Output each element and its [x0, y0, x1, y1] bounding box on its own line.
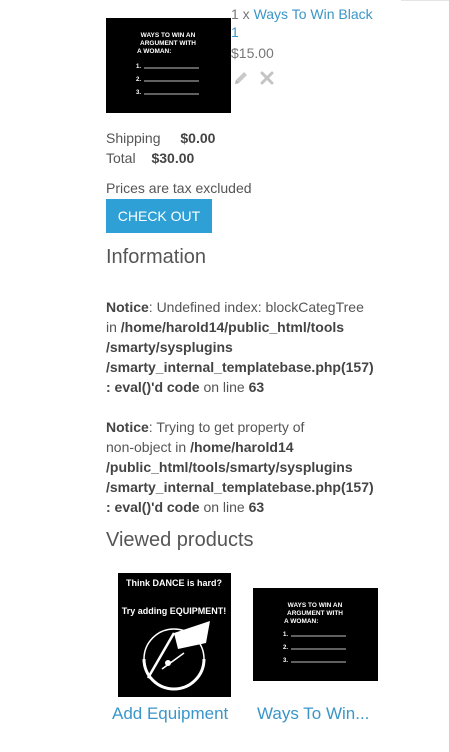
notice-1-in: in	[106, 319, 121, 335]
thumb-line3: A WOMAN:	[137, 48, 171, 55]
notice-2-online: on line	[199, 499, 249, 515]
top-divider	[401, 0, 449, 3]
viewed-1-text1: Think DANCE is hard?	[126, 578, 222, 588]
notice-2-message: : Trying to get property of	[148, 419, 305, 435]
notice-2: Notice: Trying to get property of non-ob…	[106, 417, 406, 517]
notice-1-path2: /smarty/sysplugins	[106, 339, 233, 355]
viewed-product-link-add-equipment[interactable]: Add Equipment	[112, 704, 228, 724]
viewed-2-text2: ARGUMENT WITH	[287, 610, 343, 617]
notice-2-eval: : eval()'d code	[106, 499, 200, 515]
thumb-n1: 1.	[136, 64, 141, 70]
cart-product-name-link-cont[interactable]: 1	[231, 24, 239, 40]
viewed-2-n2: 2.	[283, 645, 288, 651]
total-value: $30.00	[151, 150, 195, 166]
shipping-value: $0.00	[180, 130, 216, 146]
thumb-n3: 3.	[136, 90, 141, 96]
viewed-1-text2: Try adding EQUIPMENT!	[122, 606, 227, 616]
notice-1-path1: /home/harold14/public_html/tools	[120, 319, 345, 335]
viewed-2-n3: 3.	[283, 658, 288, 664]
cart-product-price: $15.00	[231, 45, 274, 61]
total-label: Total	[106, 150, 136, 166]
thumb-line1: WAYS TO WIN AN	[141, 32, 196, 39]
thumb-n2: 2.	[136, 77, 141, 83]
viewed-2-n1: 1.	[283, 632, 288, 638]
notice-2-line: 63	[248, 499, 265, 515]
notice-1: Notice: Undefined index: blockCategTree …	[106, 297, 406, 397]
information-heading: Information	[106, 246, 207, 268]
remove-close-icon[interactable]	[259, 70, 275, 91]
notice-1-label: Notice	[106, 299, 149, 315]
viewed-2-text3: A WOMAN:	[284, 618, 318, 625]
viewed-products-heading: Viewed products	[106, 529, 254, 551]
viewed-2-text1: WAYS TO WIN AN	[288, 602, 343, 609]
notice-2-path1: /home/harold14	[190, 439, 294, 455]
cart-product-line: 1 x Ways To Win Black 1	[231, 5, 391, 41]
ways-to-win-image: WAYS TO WIN AN ARGUMENT WITH A WOMAN: 1.…	[253, 588, 378, 681]
dance-equipment-image: Think DANCE is hard? Try adding EQUIPMEN…	[118, 573, 231, 697]
product-image: WAYS TO WIN AN ARGUMENT WITH A WOMAN: 1.…	[106, 18, 231, 113]
quantity-text: 1 x	[231, 6, 254, 22]
viewed-product-image-add-equipment[interactable]: Think DANCE is hard? Try adding EQUIPMEN…	[118, 573, 231, 697]
notice-2-label: Notice	[106, 419, 149, 435]
checkout-button[interactable]: CHECK OUT	[106, 199, 212, 233]
notice-1-line: 63	[248, 379, 265, 395]
tax-note: Prices are tax excluded	[106, 180, 252, 196]
notice-1-path3: /smarty_internal_templatebase.php(157)	[106, 359, 374, 375]
thumb-line2: ARGUMENT WITH	[140, 40, 196, 47]
viewed-product-link-ways-to-win[interactable]: Ways To Win...	[257, 704, 369, 724]
viewed-product-image-ways-to-win[interactable]: WAYS TO WIN AN ARGUMENT WITH A WOMAN: 1.…	[253, 588, 378, 681]
cart-product-thumbnail[interactable]: WAYS TO WIN AN ARGUMENT WITH A WOMAN: 1.…	[106, 18, 231, 113]
shipping-label: Shipping	[106, 130, 161, 146]
notice-1-online: on line	[199, 379, 249, 395]
shipping-row: Shipping $0.00	[106, 130, 215, 146]
notice-1-message: : Undefined index: blockCategTree	[148, 299, 364, 315]
notice-1-eval: : eval()'d code	[106, 379, 200, 395]
notice-2-path2: /public_html/tools/smarty/sysplugins	[106, 459, 353, 475]
cart-actions	[233, 70, 275, 90]
notice-2-in: non-object in	[106, 439, 191, 455]
total-row: Total $30.00	[106, 150, 194, 166]
cart-product-name-link[interactable]: Ways To Win Black	[254, 6, 373, 22]
notice-2-path3: /smarty_internal_templatebase.php(157)	[106, 479, 374, 495]
edit-pencil-icon[interactable]	[233, 70, 249, 91]
